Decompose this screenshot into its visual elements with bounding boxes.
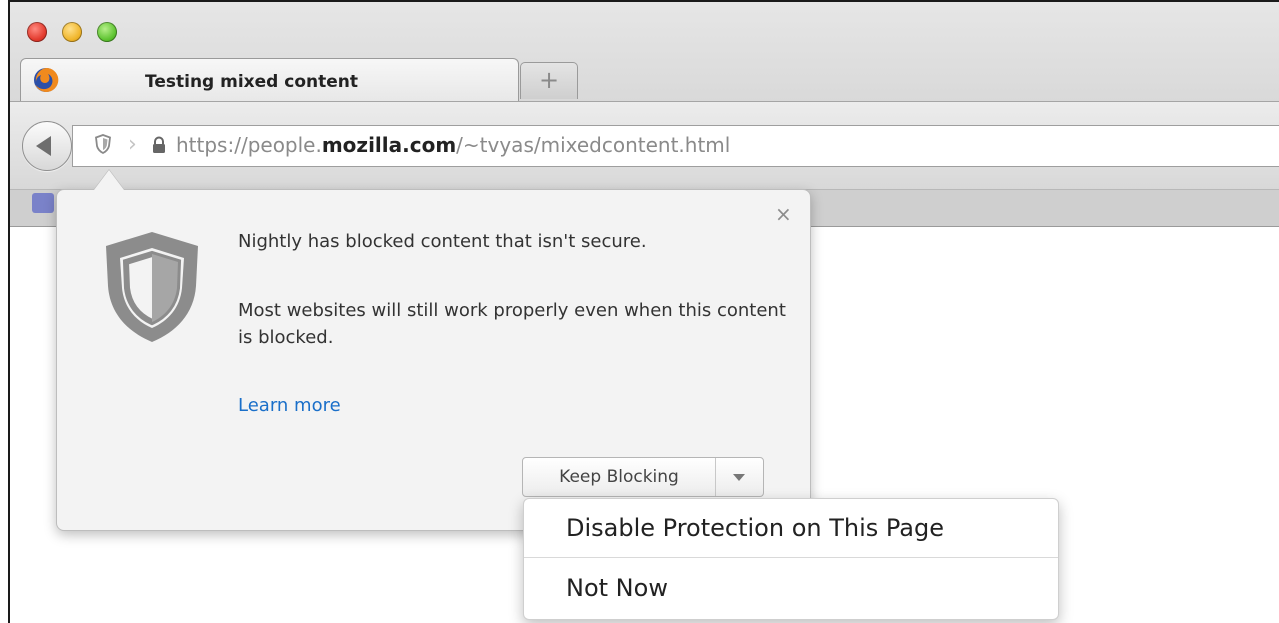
shield-icon-large	[106, 232, 198, 342]
chevron-right-icon: ›	[128, 132, 137, 157]
tab-title: Testing mixed content	[145, 72, 358, 92]
keep-blocking-button[interactable]: Keep Blocking	[523, 458, 716, 496]
url-domain: mozilla.com	[321, 133, 457, 157]
url-path: /~tvyas/mixedcontent.html	[456, 133, 731, 157]
bookmarks-folder-icon[interactable]	[32, 193, 54, 213]
back-arrow-icon	[36, 136, 51, 156]
minimize-window-button[interactable]	[62, 22, 82, 42]
new-tab-button[interactable]: +	[520, 62, 578, 99]
back-button[interactable]	[22, 121, 72, 171]
zoom-window-button[interactable]	[97, 22, 117, 42]
close-window-button[interactable]	[27, 22, 47, 42]
panel-arrow	[94, 170, 124, 190]
chevron-down-icon	[733, 474, 745, 481]
url-text[interactable]: https://people.mozilla.com/~tvyas/mixedc…	[176, 133, 730, 157]
url-prefix: https://people.	[176, 133, 322, 157]
firefox-icon	[34, 67, 59, 92]
learn-more-link[interactable]: Learn more	[238, 395, 341, 416]
keep-blocking-menu: Disable Protection on This Page Not Now	[523, 498, 1059, 620]
shield-icon[interactable]	[94, 134, 112, 154]
panel-detail: Most websites will still work properly e…	[238, 300, 786, 348]
keep-blocking-dropdown-button[interactable]	[716, 458, 763, 496]
close-icon[interactable]: ×	[775, 202, 792, 226]
panel-message: Nightly has blocked content that isn't s…	[238, 231, 647, 252]
tab-testing-mixed-content[interactable]: Testing mixed content	[20, 58, 519, 103]
menu-item-not-now[interactable]: Not Now	[524, 559, 1058, 617]
plus-icon: +	[538, 66, 560, 94]
keep-blocking-button-group: Keep Blocking	[522, 457, 764, 497]
menu-item-disable-protection[interactable]: Disable Protection on This Page	[524, 499, 1058, 558]
lock-icon	[153, 136, 165, 153]
